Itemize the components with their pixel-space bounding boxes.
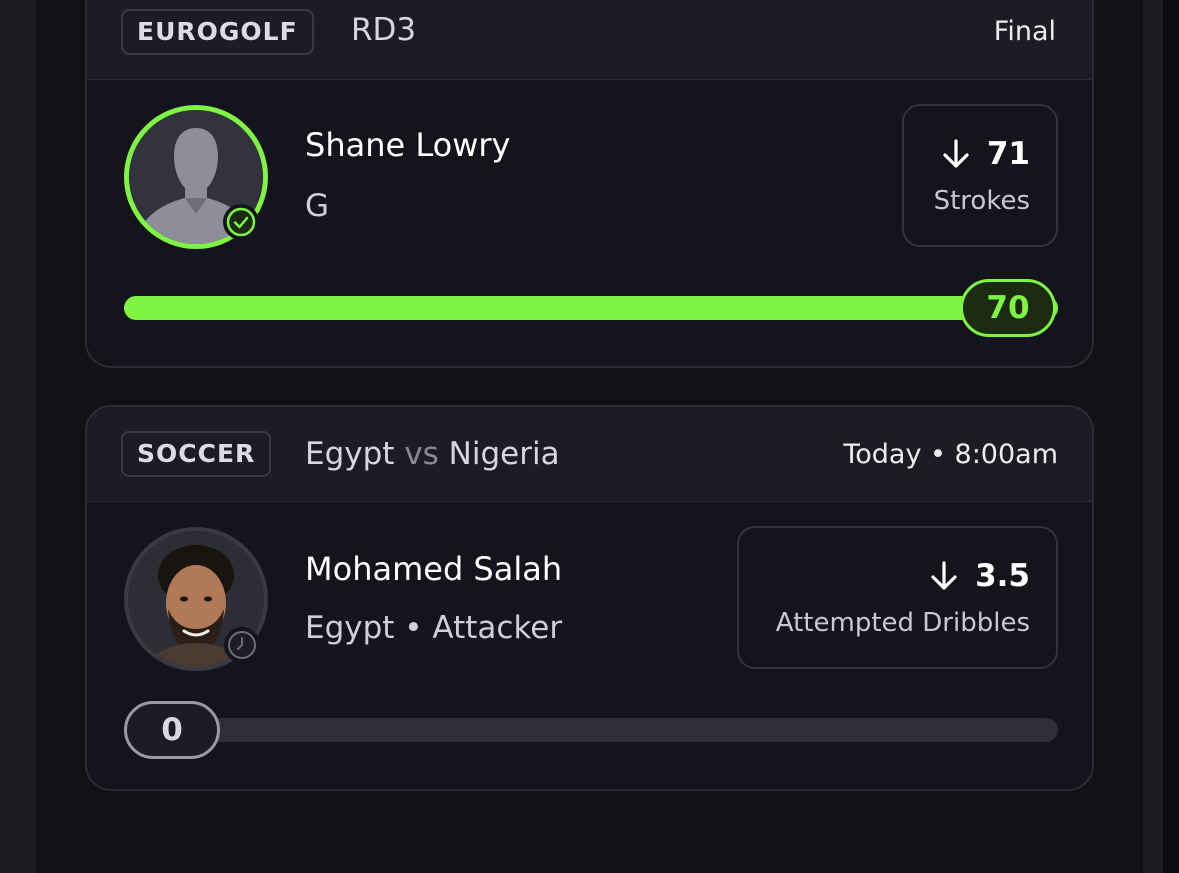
stat-line-value: 71 <box>986 136 1030 172</box>
away-team: Nigeria <box>448 436 560 472</box>
player-avatar <box>124 527 268 671</box>
player-name: Shane Lowry <box>305 126 511 164</box>
stat-line-box[interactable]: 3.5 Attempted Dribbles <box>737 526 1058 669</box>
prop-card-golf[interactable]: EUROGOLF RD3 Final Shane Lowry G 71 Stro… <box>85 0 1094 368</box>
check-circle-icon <box>223 204 259 240</box>
sport-tag: SOCCER <box>121 431 272 477</box>
arrow-down-icon <box>931 561 957 590</box>
progress-track <box>124 296 1058 320</box>
vs-label: vs <box>404 436 439 472</box>
match-label: Egypt vs Nigeria <box>305 436 560 472</box>
frame-left <box>0 0 36 873</box>
player-subtitle: G <box>305 188 330 224</box>
home-team: Egypt <box>305 436 395 472</box>
round-label: RD3 <box>351 12 417 48</box>
game-time: Today • 8:00am <box>843 439 1058 470</box>
stat-caption: Attempted Dribbles <box>775 608 1030 638</box>
card-header: EUROGOLF RD3 Final <box>87 0 1092 80</box>
progress-fill <box>124 296 1058 320</box>
clock-icon <box>224 627 260 663</box>
stat-line-box[interactable]: 71 Strokes <box>902 104 1058 247</box>
card-header: SOCCER Egypt vs Nigeria Today • 8:00am <box>87 407 1092 502</box>
progress-value-pill: 70 <box>960 279 1056 337</box>
arrow-down-icon <box>943 139 969 168</box>
game-status: Final <box>993 16 1056 47</box>
player-name: Mohamed Salah <box>305 550 563 588</box>
stat-line-value: 3.5 <box>975 558 1030 594</box>
stat-caption: Strokes <box>933 186 1030 216</box>
frame-right <box>1143 0 1163 873</box>
progress-track <box>124 718 1058 742</box>
sport-tag: EUROGOLF <box>121 9 314 55</box>
progress-value-pill: 0 <box>124 701 220 759</box>
prop-card-soccer[interactable]: SOCCER Egypt vs Nigeria Today • 8:00am M… <box>85 405 1094 791</box>
player-subtitle: Egypt • Attacker <box>305 610 563 646</box>
player-avatar <box>124 105 268 249</box>
